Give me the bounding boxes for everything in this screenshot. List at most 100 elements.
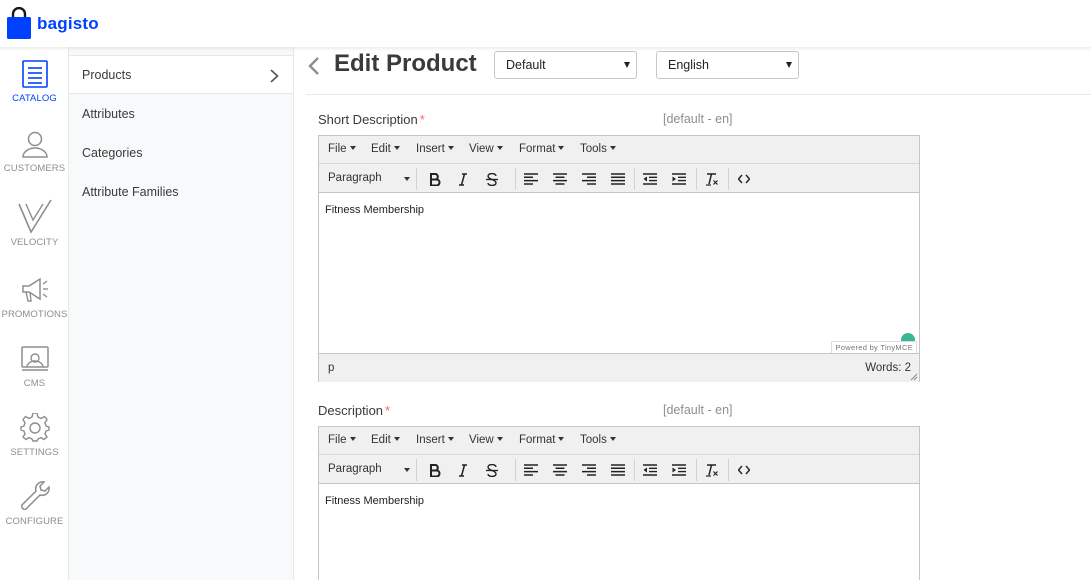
nav-customers[interactable]: CUSTOMERS <box>0 129 69 174</box>
subnav-item-products[interactable]: Products <box>69 55 293 94</box>
required-mark: * <box>385 403 391 418</box>
caret-down-icon <box>404 177 410 181</box>
menu-tools[interactable]: Tools <box>580 143 616 155</box>
italic-icon[interactable] <box>454 170 472 188</box>
customers-icon <box>21 131 48 158</box>
indent-icon[interactable] <box>670 170 688 188</box>
align-left-icon[interactable] <box>522 461 540 479</box>
short-description-editor: File Edit Insert View Format Tools Parag… <box>318 135 920 382</box>
subnav-label: Products <box>82 68 132 82</box>
menu-edit[interactable]: Edit <box>371 434 400 446</box>
editor-menubar: File Edit Insert View Format Tools <box>319 427 919 455</box>
field-label-text: Description <box>318 403 384 418</box>
clear-formatting-icon[interactable] <box>703 170 721 188</box>
outdent-icon[interactable] <box>641 170 659 188</box>
menu-tools[interactable]: Tools <box>580 434 616 446</box>
chevron-right-icon <box>270 69 279 83</box>
menu-insert[interactable]: Insert <box>416 143 454 155</box>
toolbar-separator <box>416 459 417 481</box>
block-format-select[interactable]: Paragraph <box>328 172 382 184</box>
configure-icon <box>20 481 50 511</box>
brand-name: bagisto <box>37 13 99 33</box>
menu-format[interactable]: Format <box>519 434 564 446</box>
main-content: Edit Product Default English Short Descr… <box>294 47 1091 580</box>
top-header: bagisto <box>0 0 1091 47</box>
field-label-text: Short Description <box>318 112 418 127</box>
subnav-label: Attribute Families <box>82 185 179 199</box>
page-header: Edit Product Default English <box>306 47 1091 95</box>
toolbar-separator <box>634 459 635 481</box>
settings-icon <box>19 413 50 442</box>
nav-configure[interactable]: CONFIGURE <box>0 479 69 527</box>
back-arrow-icon[interactable] <box>308 57 320 75</box>
subnav-label: Attributes <box>82 107 135 121</box>
toolbar-separator <box>728 168 729 190</box>
indent-icon[interactable] <box>670 461 688 479</box>
menu-insert[interactable]: Insert <box>416 434 454 446</box>
menu-edit[interactable]: Edit <box>371 143 400 155</box>
description-editor: File Edit Insert View Format Tools Parag… <box>318 426 920 580</box>
bold-icon[interactable] <box>426 170 444 188</box>
menu-view[interactable]: View <box>469 143 503 155</box>
menu-file[interactable]: File <box>328 143 356 155</box>
align-justify-icon[interactable] <box>609 461 627 479</box>
toolbar-separator <box>728 459 729 481</box>
nav-catalog[interactable]: CATALOG <box>0 59 69 104</box>
editor-menubar: File Edit Insert View Format Tools <box>319 136 919 164</box>
nav-label: CMS <box>23 378 46 389</box>
nav-label: PROMOTIONS <box>1 309 68 320</box>
editor-statusbar: p Words: 2 <box>319 353 919 382</box>
source-code-icon[interactable] <box>735 461 753 479</box>
brand-logo[interactable]: bagisto <box>6 6 99 40</box>
toolbar-separator <box>634 168 635 190</box>
nav-label: SETTINGS <box>10 447 59 458</box>
nav-settings[interactable]: SETTINGS <box>0 413 69 458</box>
catalog-subnav: Products Attributes Categories Attribute… <box>69 47 294 580</box>
block-format-select[interactable]: Paragraph <box>328 463 382 475</box>
align-right-icon[interactable] <box>580 461 598 479</box>
word-count: Words: 2 <box>865 362 911 374</box>
locale-tag: [default - en] <box>663 403 733 417</box>
shopping-bag-icon <box>6 6 32 40</box>
toolbar-separator <box>696 168 697 190</box>
element-path[interactable]: p <box>328 362 334 374</box>
nav-promotions[interactable]: PROMOTIONS <box>0 275 69 320</box>
nav-velocity[interactable]: VELOCITY <box>0 198 69 248</box>
editor-content-text: Fitness Membership <box>325 204 425 216</box>
menu-format[interactable]: Format <box>519 143 564 155</box>
outdent-icon[interactable] <box>641 461 659 479</box>
source-code-icon[interactable] <box>735 170 753 188</box>
toolbar-separator <box>696 459 697 481</box>
bold-icon[interactable] <box>426 461 444 479</box>
subnav-item-categories[interactable]: Categories <box>69 134 293 173</box>
channel-select-value: Default <box>506 58 546 72</box>
locale-select[interactable]: English <box>656 51 799 79</box>
subnav-label: Categories <box>82 146 143 160</box>
align-center-icon[interactable] <box>551 170 569 188</box>
powered-by-tinymce[interactable]: Powered by TinyMCE <box>831 341 917 353</box>
menu-file[interactable]: File <box>328 434 356 446</box>
clear-formatting-icon[interactable] <box>703 461 721 479</box>
toolbar-separator <box>416 168 417 190</box>
toolbar-separator <box>515 459 516 481</box>
nav-cms[interactable]: CMS <box>0 344 69 389</box>
locale-select-value: English <box>668 58 709 72</box>
menu-view[interactable]: View <box>469 434 503 446</box>
editor-content-area[interactable]: Fitness Membership Powered by TinyMCE <box>319 193 919 353</box>
resize-handle-icon[interactable] <box>910 373 918 381</box>
editor-content-area[interactable]: Fitness Membership <box>319 484 919 580</box>
description-label: Description * <box>318 403 390 418</box>
align-center-icon[interactable] <box>551 461 569 479</box>
align-justify-icon[interactable] <box>609 170 627 188</box>
align-right-icon[interactable] <box>580 170 598 188</box>
strikethrough-icon[interactable] <box>483 461 501 479</box>
subnav-item-attribute-families[interactable]: Attribute Families <box>69 173 293 212</box>
italic-icon[interactable] <box>454 461 472 479</box>
strikethrough-icon[interactable] <box>483 170 501 188</box>
editor-content-text: Fitness Membership <box>325 495 425 507</box>
channel-select[interactable]: Default <box>494 51 637 79</box>
nav-label: CONFIGURE <box>5 516 64 527</box>
align-left-icon[interactable] <box>522 170 540 188</box>
nav-label: CATALOG <box>12 93 57 104</box>
subnav-item-attributes[interactable]: Attributes <box>69 95 293 134</box>
